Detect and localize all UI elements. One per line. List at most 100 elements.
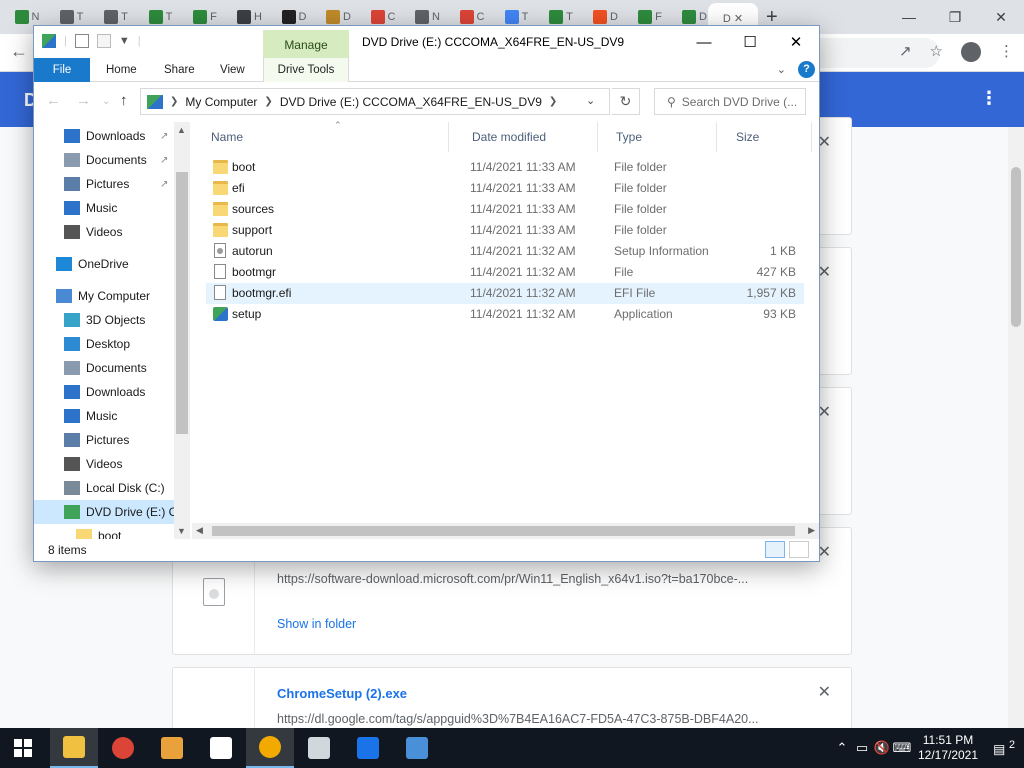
application-icon [213,307,228,321]
file-row[interactable]: bootmgr 11/4/2021 11:32 AM File 427 KB [206,262,804,283]
search-box[interactable]: ⚲ Search DVD Drive (... [654,88,806,115]
show-hidden-icons-icon[interactable]: ⌃ [832,740,852,756]
tab-share[interactable]: Share [150,58,209,82]
details-view-button[interactable] [765,541,785,558]
file-row[interactable]: efi 11/4/2021 11:33 AM File folder [206,178,804,199]
chrome-menu-icon[interactable]: ⋮ [999,42,1014,62]
taskbar-malwarebytes[interactable] [344,728,392,768]
nav-item-videos[interactable]: Videos [34,220,174,244]
tab-home[interactable]: Home [92,58,151,82]
nav-item-desktop[interactable]: Desktop [34,332,174,356]
start-button[interactable] [14,739,32,757]
maximize-button[interactable]: ☐ [727,26,773,58]
show-in-folder-link[interactable]: Show in folder [277,617,356,631]
language-icon[interactable]: ⌨ [892,740,912,756]
download-url[interactable]: https://dl.google.com/tag/s/appguid%3D%7… [277,712,759,726]
help-icon[interactable]: ? [798,61,815,78]
address-bar[interactable]: ❯ My Computer ❯ DVD Drive (E:) CCCOMA_X6… [140,88,610,115]
nav-item-pictures[interactable]: Pictures [34,428,174,452]
refresh-icon[interactable]: ↻ [612,88,640,115]
nav-item-pictures[interactable]: Pictures ↗ [34,172,174,196]
taskbar-setup-app[interactable] [393,728,441,768]
download-url[interactable]: https://software-download.microsoft.com/… [277,572,748,586]
customize-qat-icon[interactable]: ▼ [119,35,130,47]
minimize-button[interactable]: — [886,0,932,34]
nav-item-local-disk-c[interactable]: Local Disk (C:) [34,476,174,500]
large-icons-view-button[interactable] [789,541,809,558]
properties-icon[interactable] [74,34,89,48]
nav-item-3d-objects[interactable]: 3D Objects [34,308,174,332]
bookmark-star-icon[interactable]: ☆ [930,42,943,62]
column-type[interactable]: Type [597,122,717,152]
page-scrollbar[interactable] [1008,127,1024,728]
download-file-name[interactable]: ChromeSetup (2).exe [277,686,407,701]
profile-avatar[interactable] [961,42,981,62]
close-tab-icon[interactable]: ✕ [734,12,743,25]
taskbar-chrome-canary[interactable] [246,728,294,768]
up-arrow-icon[interactable]: ↑ [120,92,128,109]
share-icon[interactable]: ↗ [899,42,912,62]
nav-item-videos[interactable]: Videos [34,452,174,476]
nav-item-downloads[interactable]: Downloads [34,380,174,404]
breadcrumb-current[interactable]: DVD Drive (E:) CCCOMA_X64FRE_EN-US_DV9 [280,95,542,109]
breadcrumb-chevron-icon[interactable]: ❯ [549,96,557,107]
breadcrumb-my-computer[interactable]: My Computer [185,95,257,109]
column-date-modified[interactable]: Date modified [453,122,598,152]
file-row[interactable]: boot 11/4/2021 11:33 AM File folder [206,157,804,178]
manage-tab[interactable]: Manage [263,30,349,58]
nav-item-onedrive[interactable]: OneDrive [34,252,174,276]
nav-item-dvd-drive-e-cc[interactable]: DVD Drive (E:) CC [34,500,186,524]
restore-button[interactable]: ❐ [932,0,978,34]
column-size[interactable]: Size [717,122,812,152]
new-folder-icon[interactable] [96,34,111,48]
remove-download-icon[interactable]: ✕ [818,682,831,702]
taskbar-file-explorer[interactable] [50,728,98,768]
expand-ribbon-icon[interactable]: ⌄ [777,63,786,76]
taskbar-app[interactable] [295,728,343,768]
nav-item-documents[interactable]: Documents [34,356,174,380]
file-date: 11/4/2021 11:33 AM [470,181,576,195]
tab-view[interactable]: View [206,58,259,82]
nav-item-boot[interactable]: boot [34,524,174,539]
nav-item-music[interactable]: Music [34,196,174,220]
nav-item-documents[interactable]: Documents ↗ [34,148,174,172]
breadcrumb-chevron-icon[interactable]: ❯ [170,96,178,107]
notification-center-icon[interactable]: ▤ 2 [984,739,1024,757]
file-row[interactable]: setup 11/4/2021 11:32 AM Application 93 KB [206,304,804,325]
tab-favicon-icon [504,10,519,24]
clock[interactable]: 11:51 PM 12/17/2021 [912,733,984,763]
recent-locations-icon[interactable]: ⌄ [102,96,110,107]
file-row[interactable]: support 11/4/2021 11:33 AM File folder [206,220,804,241]
taskbar-settings[interactable] [197,728,245,768]
notification-count: 2 [1008,738,1015,751]
minimize-button[interactable]: — [681,26,727,58]
back-arrow-icon[interactable]: ← [10,41,28,62]
close-button[interactable]: ✕ [978,0,1024,34]
tab-drive-tools[interactable]: Drive Tools [263,58,349,82]
forward-arrow-icon[interactable]: → [76,92,91,109]
back-arrow-icon[interactable]: ← [46,92,61,109]
nav-item-downloads[interactable]: Downloads ↗ [34,124,174,148]
network-icon[interactable]: ▭ [852,740,872,756]
file-type: File folder [614,181,667,195]
nav-item-label: Videos [86,225,123,239]
file-row[interactable]: bootmgr.efi 11/4/2021 11:32 AM EFI File 1,9… [206,283,804,304]
file-row[interactable]: sources 11/4/2021 11:33 AM File folder [206,199,804,220]
horizontal-scrollbar[interactable]: ◀ ▶ [192,523,819,539]
taskbar-photos[interactable] [148,728,196,768]
clock-time: 11:51 PM [922,733,974,747]
nav-item-my-computer[interactable]: My Computer [34,284,174,308]
nav-pane-scrollbar[interactable]: ▲ ▼ [174,122,190,539]
column-name[interactable]: Name [192,122,449,152]
address-dropdown-icon[interactable]: ⌄ [586,94,595,107]
tab-title: C [387,11,396,23]
volume-icon[interactable]: 🔇 [872,740,892,756]
breadcrumb-chevron-icon[interactable]: ❯ [264,96,272,107]
taskbar-chrome[interactable] [99,728,147,768]
tab-file[interactable]: File [34,58,90,82]
close-button[interactable]: ✕ [773,26,819,58]
file-row[interactable]: autorun 11/4/2021 11:32 AM Setup Informati… [206,241,804,262]
nav-item-music[interactable]: Music [34,404,174,428]
file-name: boot [232,160,256,174]
downloads-menu-icon[interactable]: ⋮ [980,88,998,109]
